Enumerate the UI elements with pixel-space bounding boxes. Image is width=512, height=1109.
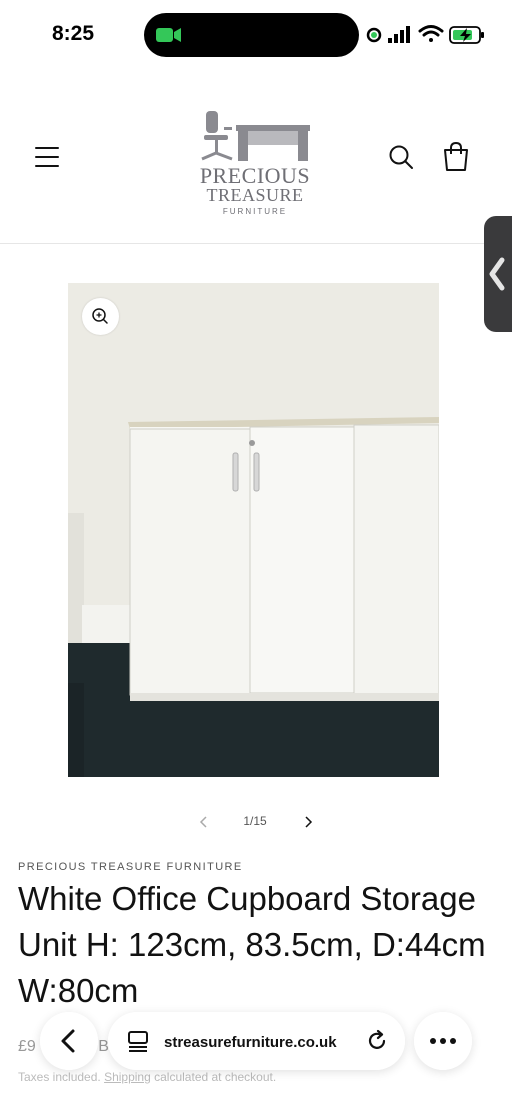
browser-address-bar[interactable]: streasurefurniture.co.uk xyxy=(108,1012,405,1070)
cupboard-photo xyxy=(68,283,439,777)
more-dots-icon xyxy=(430,1038,456,1044)
cart-icon xyxy=(444,141,468,171)
side-panel-tab[interactable] xyxy=(484,216,512,332)
browser-back-button[interactable] xyxy=(40,1012,98,1070)
chevron-left-icon xyxy=(489,257,505,291)
site-logo[interactable]: PRECIOUS TREASURE FURNITURE xyxy=(190,105,320,220)
search-button[interactable] xyxy=(386,142,416,172)
browser-url: streasurefurniture.co.uk xyxy=(164,1034,337,1051)
menu-button[interactable] xyxy=(30,142,64,172)
product-image[interactable] xyxy=(68,283,439,777)
wifi-icon xyxy=(418,25,444,42)
product-vendor: PRECIOUS TREASURE FURNITURE xyxy=(18,861,243,873)
status-icons xyxy=(366,25,484,44)
slider-next-button[interactable] xyxy=(294,808,322,836)
search-icon xyxy=(389,145,413,169)
chevron-right-icon xyxy=(305,816,313,828)
chevron-left-icon xyxy=(61,1029,75,1053)
slider-controls: 1/15 xyxy=(190,808,320,836)
reload-icon[interactable] xyxy=(366,1029,390,1053)
chevron-left-icon xyxy=(199,816,207,828)
status-time: 8:25 xyxy=(52,22,95,45)
chair-desk-logo-icon xyxy=(201,111,310,161)
cart-button[interactable] xyxy=(440,140,472,174)
logo-text-line3: FURNITURE xyxy=(222,207,288,216)
product-title: White Office Cupboard Storage Unit H: 12… xyxy=(18,880,486,1009)
logo-text-line2: TREASURE xyxy=(206,185,304,205)
dynamic-island xyxy=(144,13,359,57)
browser-more-button[interactable] xyxy=(414,1012,472,1070)
hamburger-menu-icon xyxy=(35,147,59,167)
cellular-signal-icon xyxy=(388,26,410,43)
zoom-in-icon xyxy=(92,308,108,324)
slider-prev-button[interactable] xyxy=(190,808,218,836)
battery-charging-icon xyxy=(449,26,484,44)
browser-toolbar: streasurefurniture.co.uk xyxy=(0,1008,512,1078)
status-bar: 8:25 xyxy=(0,0,512,70)
site-header: PRECIOUS TREASURE FURNITURE xyxy=(0,70,512,244)
slider-counter: 1/15 xyxy=(243,814,267,828)
facetime-camera-icon xyxy=(156,28,181,42)
zoom-button[interactable] xyxy=(82,298,119,335)
page-menu-icon xyxy=(128,1031,148,1052)
